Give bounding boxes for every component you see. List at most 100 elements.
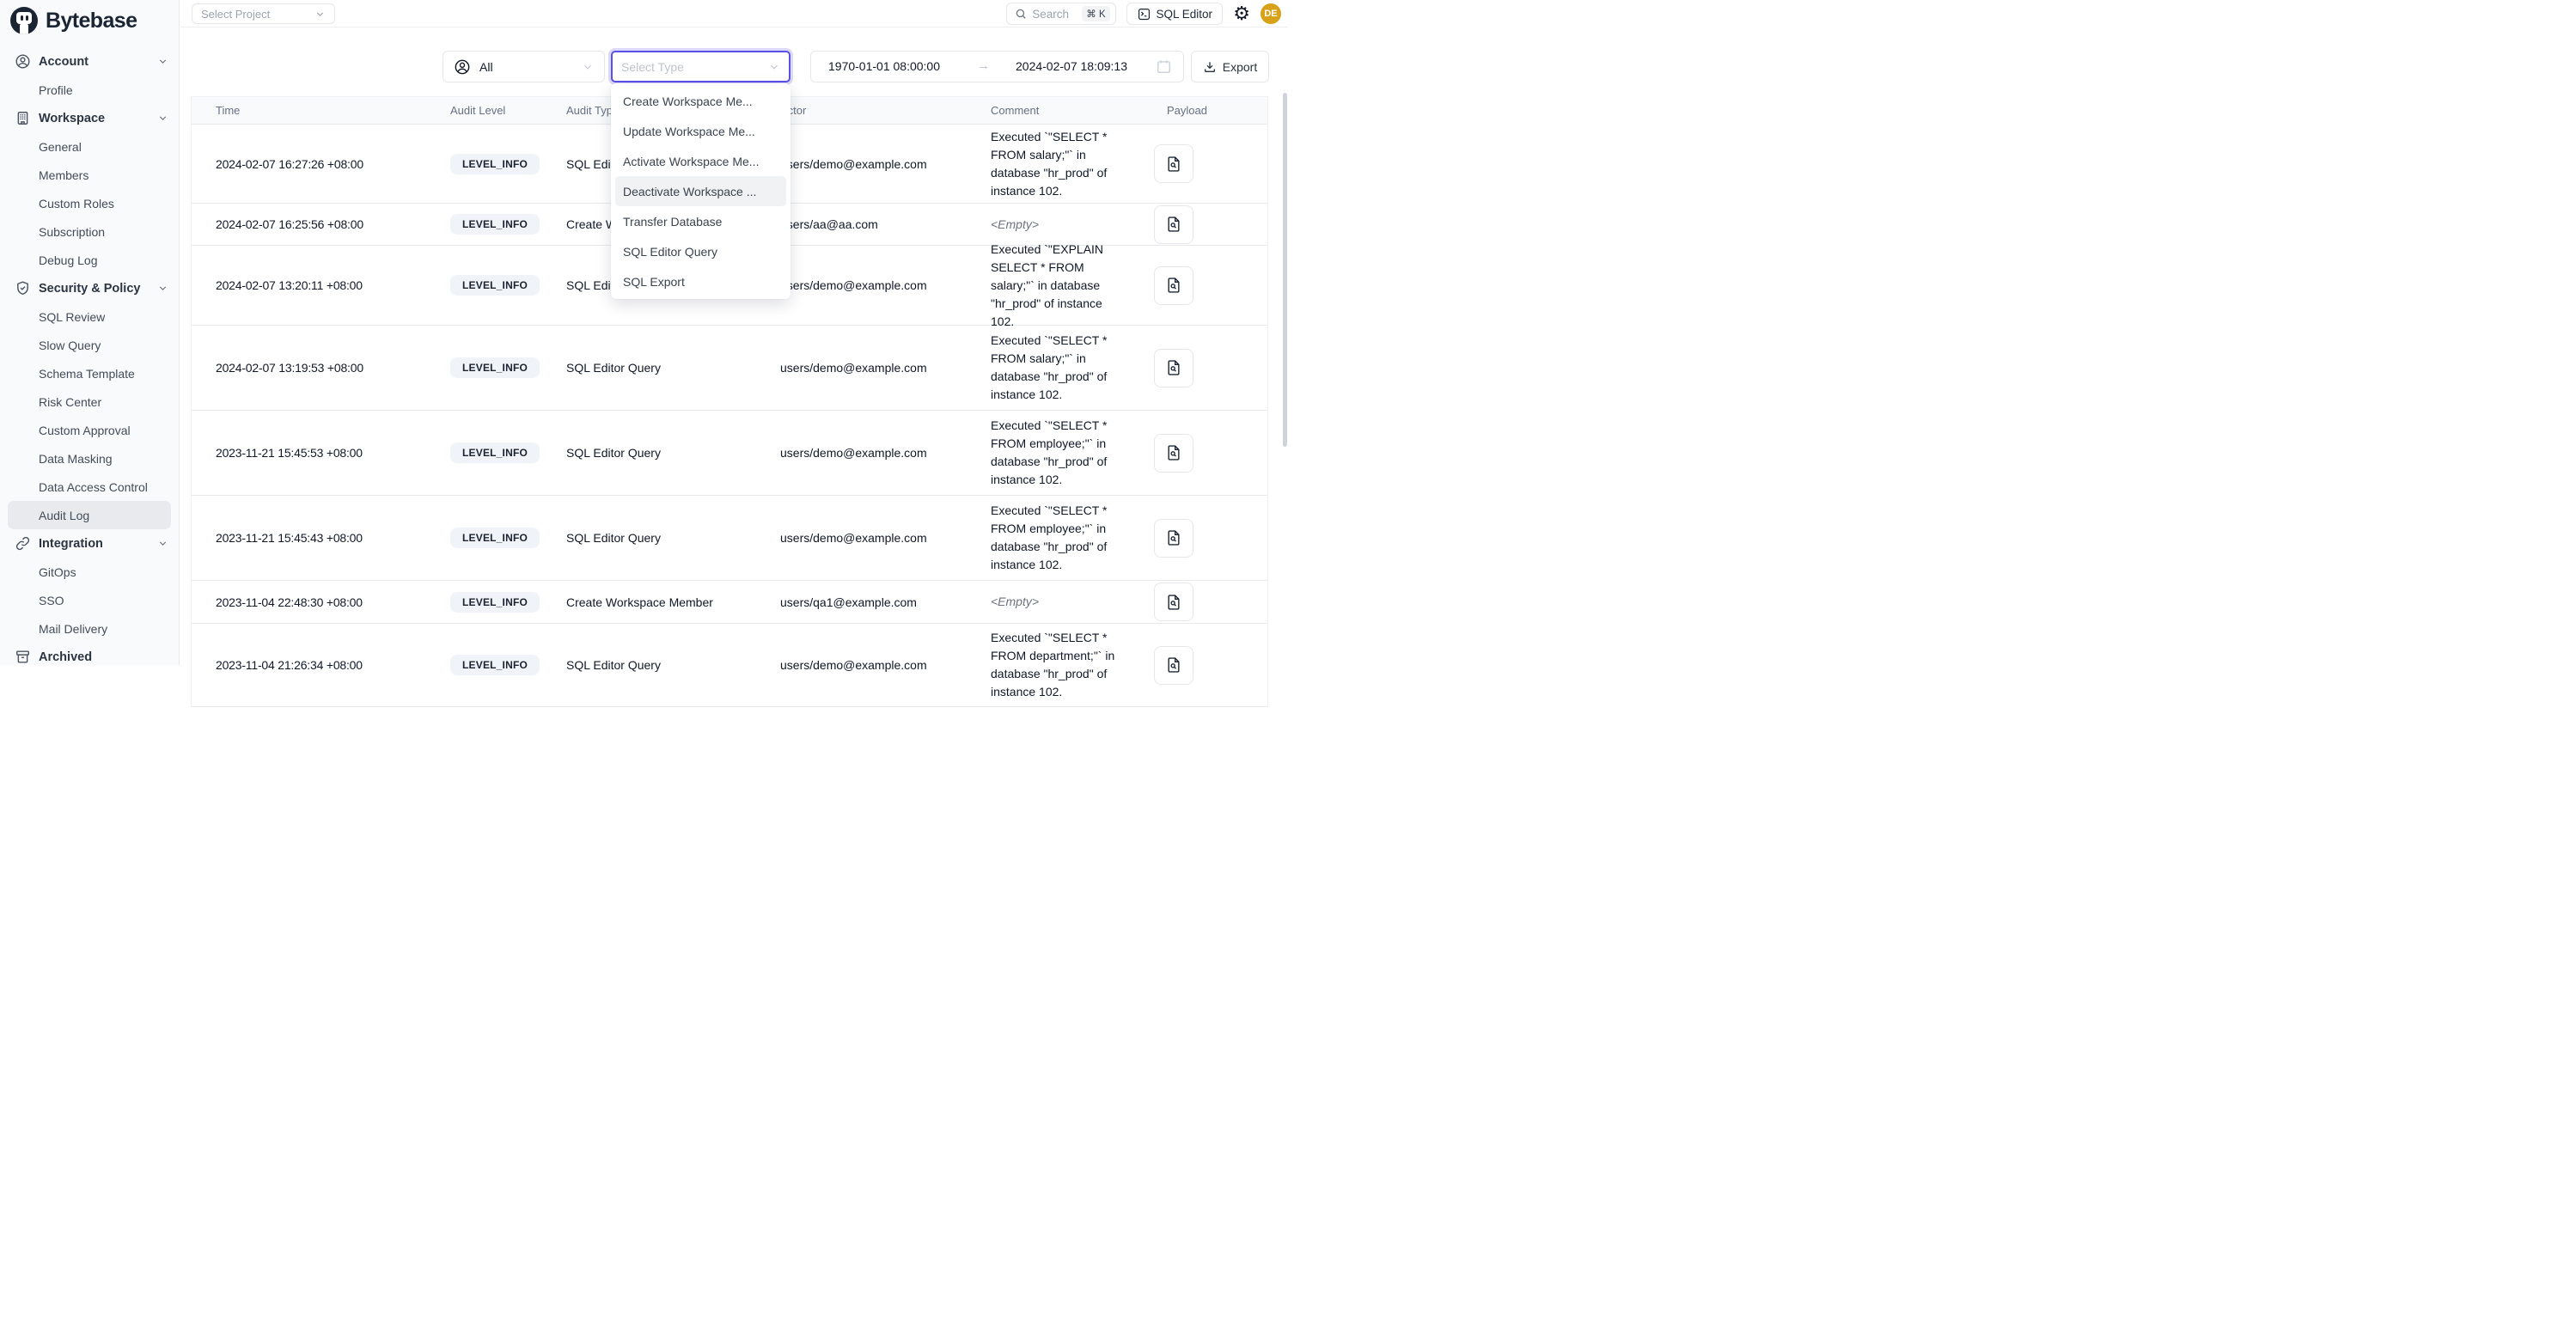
bytebase-logo[interactable]: Bytebase xyxy=(0,0,179,34)
chevron-down-icon xyxy=(768,61,780,73)
sidebar-item-mail-delivery[interactable]: Mail Delivery xyxy=(0,614,179,643)
cell-actor: users/demo@example.com xyxy=(756,361,967,375)
sql-editor-button[interactable]: SQL Editor xyxy=(1126,3,1223,25)
file-search-icon xyxy=(1165,216,1182,233)
sidebar-item-label: General xyxy=(39,140,82,154)
sidebar-item-label: Integration xyxy=(39,537,103,551)
actor-filter-select[interactable]: All xyxy=(443,51,605,82)
cell-comment: Executed `"SELECT * FROM salary;"` in da… xyxy=(967,128,1130,200)
sidebar-item-custom-roles[interactable]: Custom Roles xyxy=(0,189,179,217)
sidebar-section-account[interactable]: Account xyxy=(0,47,179,76)
sidebar-item-label: Data Access Control xyxy=(39,480,148,494)
sidebar-item-custom-approval[interactable]: Custom Approval xyxy=(0,416,179,444)
cell-time: 2023-11-04 22:48:30 +08:00 xyxy=(192,595,426,609)
project-select-button[interactable]: Select Project xyxy=(192,3,335,24)
sidebar-item-label: GitOps xyxy=(39,565,76,579)
col-header-audit-level: Audit Level xyxy=(426,97,542,124)
sidebar-section-workspace[interactable]: Workspace xyxy=(0,104,179,132)
sidebar-item-risk-center[interactable]: Risk Center xyxy=(0,387,179,416)
view-payload-button[interactable] xyxy=(1154,266,1193,305)
view-payload-button[interactable] xyxy=(1154,434,1193,473)
view-payload-button[interactable] xyxy=(1154,349,1193,387)
sidebar-item-sql-review[interactable]: SQL Review xyxy=(0,302,179,331)
sidebar-item-label: Custom Approval xyxy=(39,424,131,437)
vertical-scrollbar[interactable] xyxy=(1283,93,1287,447)
sidebar-item-general[interactable]: General xyxy=(0,132,179,161)
view-payload-button[interactable] xyxy=(1154,205,1193,244)
cell-time: 2024-02-07 16:25:56 +08:00 xyxy=(192,217,426,231)
cell-comment: Executed `"SELECT * FROM department;"` i… xyxy=(967,629,1130,701)
sidebar-section-integration[interactable]: Integration xyxy=(0,529,179,558)
sidebar-item-data-access-control[interactable]: Data Access Control xyxy=(0,473,179,501)
sidebar-item-label: Schema Template xyxy=(39,367,135,381)
cell-audit-type: SQL Editor Query xyxy=(542,658,756,672)
search-input[interactable] xyxy=(1032,8,1077,21)
sidebar-item-schema-template[interactable]: Schema Template xyxy=(0,359,179,387)
sidebar-item-debug-log[interactable]: Debug Log xyxy=(0,246,179,274)
menu-item-sql-export[interactable]: SQL Export xyxy=(611,266,791,296)
view-payload-button[interactable] xyxy=(1154,144,1193,183)
sidebar-item-label: Risk Center xyxy=(39,395,101,409)
sidebar-item-label: Account xyxy=(39,55,89,69)
chevron-down-icon xyxy=(157,113,168,124)
table-row: 2023-11-21 15:45:43 +08:00 LEVEL_INFO SQ… xyxy=(192,496,1267,581)
menu-item-create-workspace-member[interactable]: Create Workspace Me... xyxy=(611,86,791,116)
file-search-icon xyxy=(1165,359,1182,376)
download-icon xyxy=(1203,60,1217,74)
menu-item-deactivate-workspace-member[interactable]: Deactivate Workspace ... xyxy=(615,176,786,206)
menu-item-update-workspace-member[interactable]: Update Workspace Me... xyxy=(611,116,791,146)
sidebar-item-slow-query[interactable]: Slow Query xyxy=(0,331,179,359)
sidebar-item-label: Slow Query xyxy=(39,339,101,352)
view-payload-button[interactable] xyxy=(1154,646,1193,685)
sidebar-item-label: Workspace xyxy=(39,112,105,125)
menu-item-sql-editor-query[interactable]: SQL Editor Query xyxy=(611,236,791,266)
search-shortcut-badge: ⌘ K xyxy=(1082,6,1109,21)
sidebar-item-profile[interactable]: Profile xyxy=(0,76,179,104)
cell-comment: Executed `"SELECT * FROM employee;"` in … xyxy=(967,417,1130,489)
view-payload-button[interactable] xyxy=(1154,519,1193,558)
sidebar-nav: Account Profile Workspace General Member… xyxy=(0,47,179,671)
audit-type-input[interactable] xyxy=(621,60,768,74)
sidebar-item-data-masking[interactable]: Data Masking xyxy=(0,444,179,473)
menu-item-activate-workspace-member[interactable]: Activate Workspace Me... xyxy=(611,146,791,176)
sidebar-item-subscription[interactable]: Subscription xyxy=(0,217,179,246)
sidebar-item-audit-log[interactable]: Audit Log xyxy=(8,501,171,529)
search-icon xyxy=(1015,8,1027,20)
cell-comment: Executed `"SELECT * FROM employee;"` in … xyxy=(967,502,1130,574)
shield-check-icon xyxy=(15,280,31,296)
audit-level-badge: LEVEL_INFO xyxy=(450,655,540,675)
sidebar-item-archived[interactable]: Archived xyxy=(0,643,179,671)
audit-type-select[interactable] xyxy=(611,51,791,82)
menu-item-transfer-database[interactable]: Transfer Database xyxy=(611,206,791,236)
cell-time: 2023-11-21 15:45:53 +08:00 xyxy=(192,446,426,460)
sidebar-item-members[interactable]: Members xyxy=(0,161,179,189)
sidebar-item-label: Debug Log xyxy=(39,253,98,267)
top-bar: Select Project ⌘ K SQL Editor ⚙ DE xyxy=(180,0,1288,27)
sql-editor-label: SQL Editor xyxy=(1157,8,1213,21)
sidebar-item-gitops[interactable]: GitOps xyxy=(0,558,179,586)
cell-actor: users/demo@example.com xyxy=(756,446,967,460)
cell-comment: Executed `"EXPLAIN SELECT * FROM salary;… xyxy=(967,241,1130,331)
user-circle-icon xyxy=(15,53,31,70)
sidebar: Bytebase Account Profile Workspace Gener… xyxy=(0,0,180,665)
global-search-box[interactable]: ⌘ K xyxy=(1006,3,1116,25)
arrow-right-icon: → xyxy=(977,52,990,82)
cell-time: 2023-11-21 15:45:43 +08:00 xyxy=(192,531,426,545)
cell-time: 2024-02-07 16:27:26 +08:00 xyxy=(192,157,426,171)
col-header-payload: Payload xyxy=(1130,97,1267,124)
chevron-down-icon xyxy=(157,56,168,67)
export-button[interactable]: Export xyxy=(1191,51,1269,82)
view-payload-button[interactable] xyxy=(1154,583,1193,621)
sidebar-item-label: Profile xyxy=(39,83,73,97)
cell-actor: users/demo@example.com xyxy=(756,658,967,672)
date-range-picker[interactable]: 1970-01-01 08:00:00 → 2024-02-07 18:09:1… xyxy=(810,51,1184,82)
sidebar-item-sso[interactable]: SSO xyxy=(0,586,179,614)
settings-gear-icon[interactable]: ⚙ xyxy=(1233,4,1250,23)
sidebar-section-security-policy[interactable]: Security & Policy xyxy=(0,274,179,302)
audit-level-badge: LEVEL_INFO xyxy=(450,592,540,613)
cell-comment: Executed `"SELECT * FROM salary;"` in da… xyxy=(967,332,1130,404)
user-avatar[interactable]: DE xyxy=(1261,3,1281,24)
archive-icon xyxy=(15,649,31,665)
date-to-value[interactable]: 2024-02-07 18:09:13 xyxy=(1016,52,1127,82)
date-from-value[interactable]: 1970-01-01 08:00:00 xyxy=(828,52,940,82)
